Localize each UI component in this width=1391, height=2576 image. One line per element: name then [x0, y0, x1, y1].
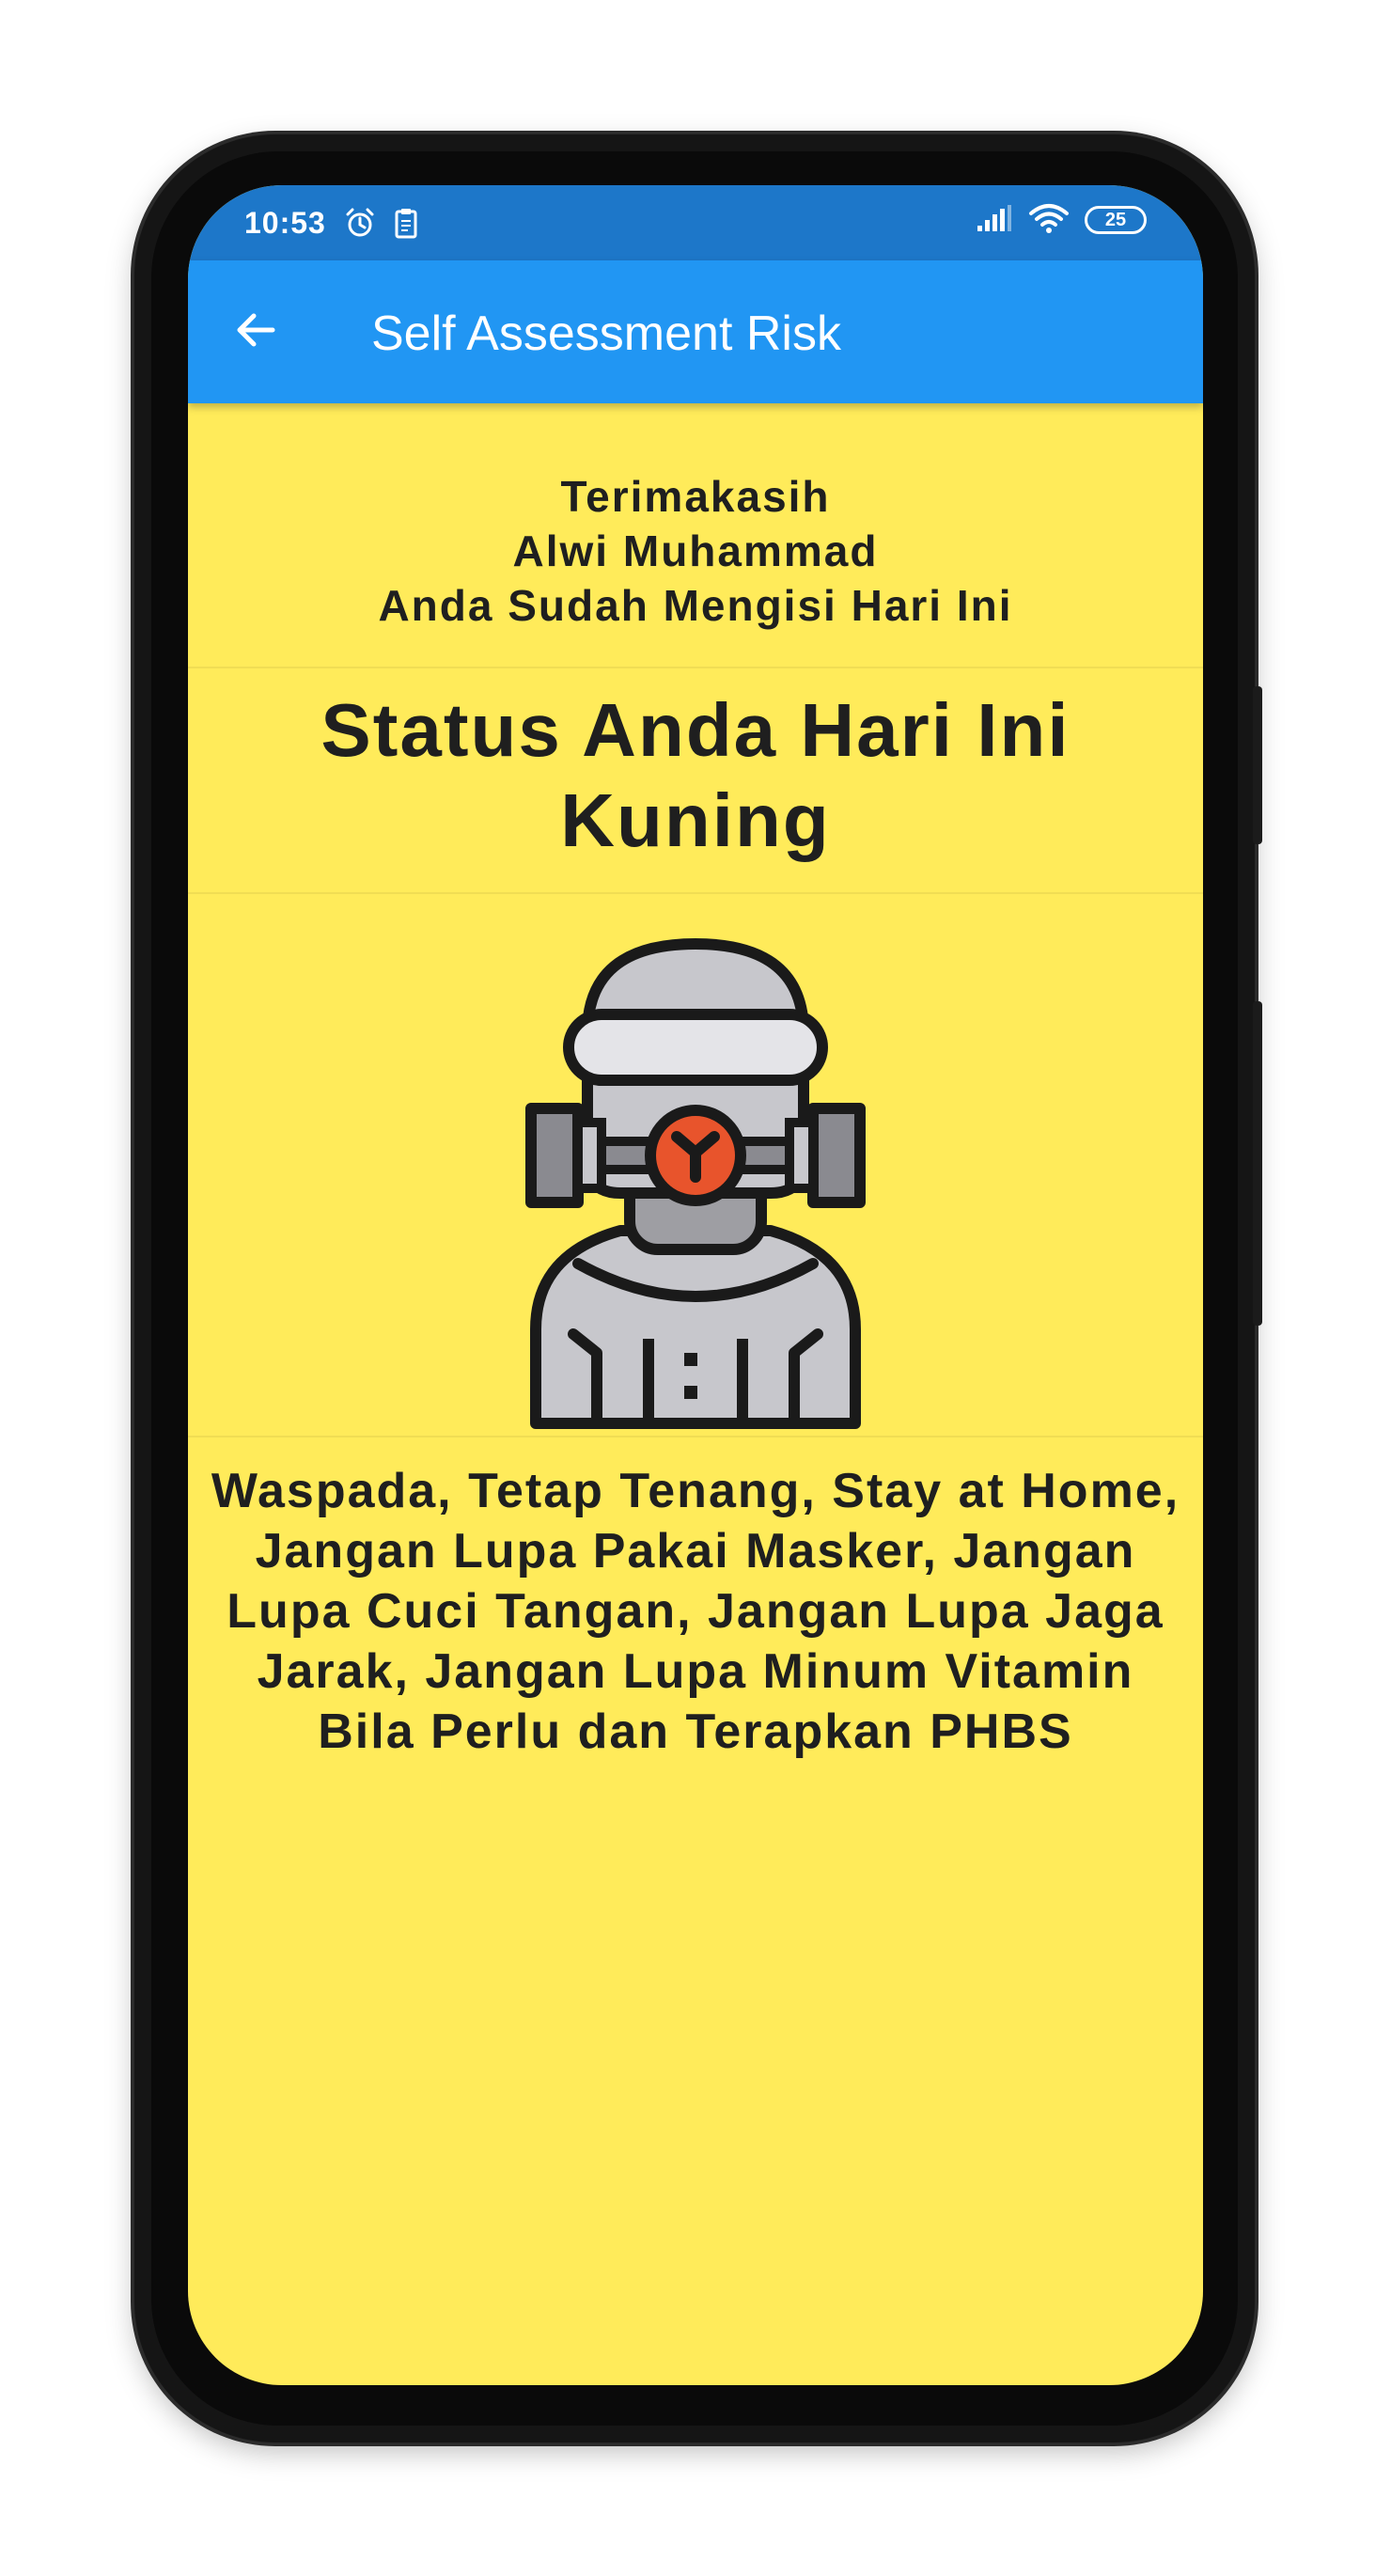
status-bar: 10:53 25	[188, 185, 1203, 260]
power-button	[1253, 686, 1262, 844]
alarm-icon	[343, 206, 377, 243]
submitted-line: Anda Sudah Mengisi Hari Ini	[378, 581, 1013, 630]
advice-line: Bila Perlu dan Terapkan PHBS	[318, 1704, 1073, 1759]
status-heading: Status Anda Hari Ini Kuning	[188, 685, 1203, 866]
app-bar: Self Assessment Risk	[188, 260, 1203, 403]
hazmat-suit-gas-mask-icon	[517, 935, 874, 1433]
volume-button	[1253, 1001, 1262, 1326]
divider	[188, 667, 1203, 668]
divider	[188, 892, 1203, 894]
thank-you-message: Terimakasih Alwi Muhammad Anda Sudah Men…	[188, 469, 1203, 633]
device-mockup: 10:53 25 Self Assessment Risk Terimakasi…	[0, 0, 1391, 2576]
user-name: Alwi Muhammad	[512, 526, 879, 575]
advice-line: Jarak, Jangan Lupa Minum Vitamin	[257, 1644, 1134, 1699]
divider	[188, 1436, 1203, 1437]
battery-icon: 25	[1085, 206, 1147, 234]
status-time: 10:53	[244, 206, 326, 240]
wifi-icon	[1028, 202, 1070, 238]
status-left-icons	[343, 206, 418, 243]
result-content: Terimakasih Alwi Muhammad Anda Sudah Men…	[188, 403, 1203, 2385]
thanks-line: Terimakasih	[560, 472, 831, 521]
advice-line: Waspada, Tetap Tenang, Stay at Home,	[211, 1464, 1180, 1518]
advice-line: Jangan Lupa Pakai Masker, Jangan	[255, 1524, 1136, 1579]
advice-line: Lupa Cuci Tangan, Jangan Lupa Jaga	[227, 1584, 1164, 1639]
status-label: Status Anda Hari Ini	[320, 688, 1071, 772]
signal-icon	[976, 203, 1013, 237]
status-right-icons: 25	[976, 202, 1147, 238]
status-value: Kuning	[560, 778, 831, 862]
arrow-left-icon	[231, 306, 280, 358]
advice-message: Waspada, Tetap Tenang, Stay at Home, Jan…	[188, 1461, 1203, 1762]
clipboard-icon	[394, 207, 418, 243]
back-button[interactable]	[226, 302, 286, 362]
app-screen: 10:53 25 Self Assessment Risk Terimakasi…	[188, 185, 1203, 2385]
page-title: Self Assessment Risk	[371, 306, 841, 361]
